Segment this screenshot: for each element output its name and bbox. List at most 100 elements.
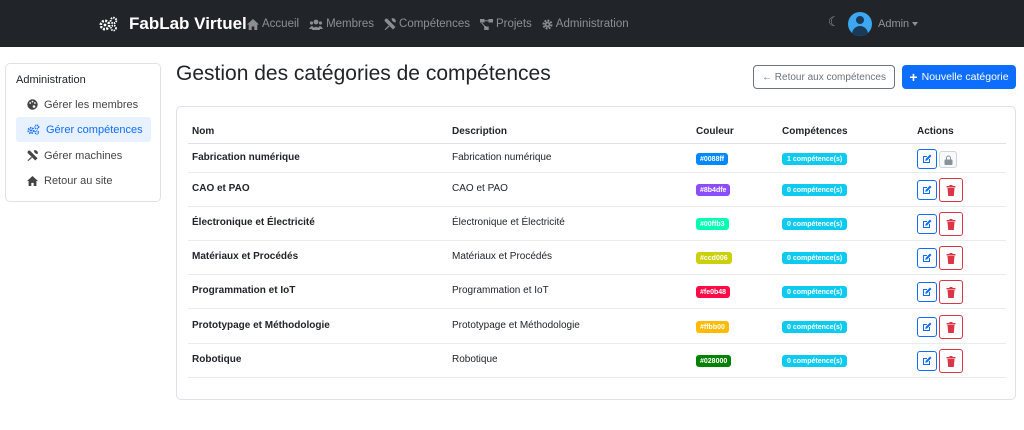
new-category-label: Nouvelle catégorie: [921, 71, 1009, 83]
delete-button[interactable]: [939, 178, 963, 202]
edit-button[interactable]: [917, 180, 937, 200]
category-name: CAO et PAO: [192, 183, 250, 194]
category-name: Programmation et IoT: [192, 285, 296, 296]
avatar: [848, 12, 872, 36]
color-badge: #028000: [696, 355, 732, 367]
trash-icon: [946, 321, 956, 333]
sidebar-item-retour[interactable]: Retour au site: [16, 168, 151, 193]
category-description: Programmation et IoT: [452, 285, 549, 296]
sidebar-item-label: Retour au site: [44, 174, 113, 187]
palette-icon: [27, 99, 38, 110]
nav-link-label: Compétences: [399, 18, 470, 30]
nav-link-administration[interactable]: Administration: [542, 18, 629, 30]
project-diagram-icon: [479, 18, 493, 30]
edit-button[interactable]: [917, 214, 937, 234]
color-badge: #ccd006: [696, 252, 732, 264]
sidebar-title: Administration: [16, 74, 86, 86]
competence-count-badge: 0 compétence(s): [782, 218, 848, 230]
top-navbar: FabLab Virtuel Accueil Membres Compétenc…: [0, 0, 1024, 47]
category-name: Prototypage et Méthodologie: [192, 320, 330, 331]
trash-icon: [946, 252, 956, 264]
cogs-icon: [27, 124, 40, 135]
tools-icon: [384, 18, 396, 30]
category-description: Électronique et Électricité: [452, 217, 565, 228]
cogs-icon: [99, 16, 118, 32]
users-icon: [309, 19, 324, 30]
plus-icon: +: [909, 69, 918, 85]
user-name: Admin: [878, 18, 910, 30]
category-description: CAO et PAO: [452, 183, 508, 194]
admin-sidebar: Administration Gérer les membres Gérer c…: [5, 63, 161, 202]
edit-button[interactable]: [917, 248, 937, 268]
delete-button[interactable]: [939, 315, 963, 339]
page-title: Gestion des catégories de compétences: [176, 62, 551, 85]
column-header-couleur: Couleur: [696, 126, 734, 137]
sidebar-item-label: Gérer les membres: [44, 98, 139, 111]
sidebar-item-competences[interactable]: Gérer compétences: [16, 117, 151, 142]
category-name: Électronique et Électricité: [192, 217, 315, 228]
category-name: Fabrication numérique: [192, 152, 300, 163]
table-row: Fabrication numérique Fabrication numéri…: [188, 145, 1006, 173]
competence-count-badge: 0 compétence(s): [782, 184, 848, 196]
competence-count-badge: 0 compétence(s): [782, 286, 848, 298]
nav-link-label: Administration: [555, 18, 629, 30]
delete-button[interactable]: [939, 212, 963, 236]
table-row: Matériaux et Procédés Matériaux et Procé…: [188, 241, 1006, 275]
edit-icon: [923, 322, 932, 331]
table-row: CAO et PAO CAO et PAO #8b4dfe 0 compéten…: [188, 173, 1006, 207]
user-menu[interactable]: Admin: [848, 12, 919, 36]
color-badge: #fe0b48: [696, 286, 731, 298]
category-description: Robotique: [452, 354, 498, 365]
color-badge: #ffbb00: [696, 321, 729, 333]
delete-button[interactable]: [939, 349, 963, 373]
nav-links: Accueil Membres Compétences Projets Admi…: [247, 15, 639, 33]
home-icon: [247, 18, 259, 30]
edit-icon: [923, 287, 932, 296]
category-description: Prototypage et Méthodologie: [452, 320, 580, 331]
competence-count-badge: 0 compétence(s): [782, 252, 848, 264]
competence-count-badge: 1 compétence(s): [782, 153, 848, 165]
edit-button[interactable]: [917, 149, 937, 169]
table-row: Robotique Robotique #028000 0 compétence…: [188, 344, 1006, 378]
nav-link-competences[interactable]: Compétences: [384, 18, 470, 30]
competence-count-badge: 0 compétence(s): [782, 321, 848, 333]
locked-delete-button: [939, 151, 957, 168]
column-header-nom: Nom: [192, 126, 215, 137]
moon-icon[interactable]: ☾: [828, 14, 840, 30]
color-badge: #0088ff: [696, 153, 729, 165]
new-category-button[interactable]: + Nouvelle catégorie: [902, 65, 1016, 89]
edit-button[interactable]: [917, 351, 937, 371]
nav-link-label: Membres: [326, 18, 375, 30]
category-description: Matériaux et Procédés: [452, 251, 553, 262]
edit-icon: [923, 219, 932, 228]
nav-link-projets[interactable]: Projets: [479, 18, 532, 30]
sidebar-item-label: Gérer compétences: [46, 123, 143, 136]
category-description: Fabrication numérique: [452, 152, 552, 163]
edit-icon: [923, 154, 932, 163]
delete-button[interactable]: [939, 246, 963, 270]
delete-button[interactable]: [939, 280, 963, 304]
category-name: Matériaux et Procédés: [192, 251, 299, 262]
trash-icon: [946, 184, 956, 196]
category-name: Robotique: [192, 354, 242, 365]
nav-link-accueil[interactable]: Accueil: [247, 18, 299, 30]
brand-link[interactable]: FabLab Virtuel: [99, 12, 247, 36]
back-to-competences-button[interactable]: ← Retour aux compétences: [753, 65, 895, 89]
sidebar-item-machines[interactable]: Gérer machines: [16, 143, 151, 168]
edit-icon: [923, 185, 932, 194]
column-header-description: Description: [452, 126, 508, 137]
trash-icon: [946, 286, 956, 298]
color-badge: #00ffb3: [696, 218, 729, 230]
edit-button[interactable]: [917, 317, 937, 337]
sidebar-item-membres[interactable]: Gérer les membres: [16, 92, 151, 117]
tools-icon: [27, 150, 38, 161]
nav-link-label: Accueil: [262, 18, 300, 30]
sidebar-item-label: Gérer machines: [44, 149, 123, 162]
color-badge: #8b4dfe: [696, 184, 731, 196]
column-header-actions: Actions: [917, 126, 954, 137]
chevron-down-icon: [912, 22, 919, 26]
trash-icon: [946, 218, 956, 230]
nav-link-membres[interactable]: Membres: [309, 18, 374, 30]
edit-button[interactable]: [917, 282, 937, 302]
nav-link-label: Projets: [495, 18, 532, 30]
